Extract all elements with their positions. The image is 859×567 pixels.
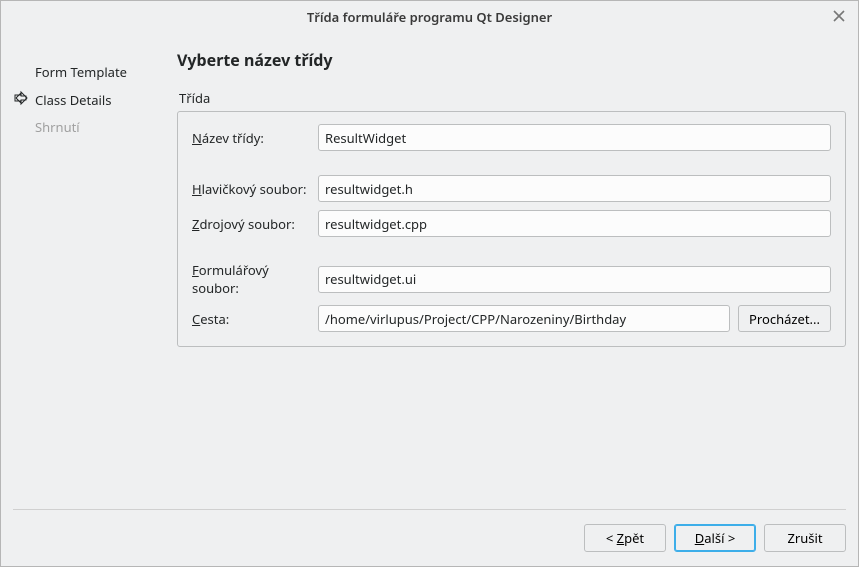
label-path: Cesta:	[192, 310, 310, 328]
step-label: Shrnutí	[35, 118, 80, 136]
row-header-file: Hlavičkový soubor:	[192, 175, 831, 202]
main-panel: Vyberte název třídy Třída Název třídy: H…	[177, 43, 846, 499]
wizard-steps: Form Template Class Details Shrnutí	[13, 43, 153, 499]
label-header-file: Hlavičkový soubor:	[192, 180, 310, 198]
cancel-button[interactable]: Zrušit	[764, 524, 846, 552]
class-groupbox: Název třídy: Hlavičkový soubor: Zdrojový…	[177, 111, 846, 347]
header-file-input[interactable]	[318, 175, 831, 202]
dialog-window: Třída formuláře programu Qt Designer For…	[0, 0, 859, 567]
step-summary: Shrnutí	[13, 114, 153, 142]
page-title: Vyberte název třídy	[177, 49, 846, 71]
form-file-input[interactable]	[318, 266, 831, 293]
row-form-file: Formulářový soubor:	[192, 261, 831, 297]
label-source-file: Zdrojový soubor:	[192, 215, 310, 233]
separator	[13, 509, 846, 510]
button-row: < Zpět Další > Zrušit	[13, 524, 846, 552]
source-file-input[interactable]	[318, 210, 831, 237]
path-input[interactable]	[318, 305, 730, 332]
footer: < Zpět Další > Zrušit	[1, 499, 858, 566]
step-label: Class Details	[35, 91, 111, 109]
row-path: Cesta: Procházet...	[192, 305, 831, 332]
close-icon[interactable]	[830, 7, 848, 25]
label-form-file: Formulářový soubor:	[192, 261, 310, 297]
row-source-file: Zdrojový soubor:	[192, 210, 831, 237]
label-class-name: Název třídy:	[192, 129, 310, 147]
class-name-input[interactable]	[318, 124, 831, 151]
titlebar: Třída formuláře programu Qt Designer	[1, 1, 858, 33]
back-button[interactable]: < Zpět	[584, 524, 666, 552]
row-class-name: Název třídy:	[192, 124, 831, 151]
step-label: Form Template	[35, 63, 127, 81]
browse-button[interactable]: Procházet...	[738, 305, 831, 332]
window-title: Třída formuláře programu Qt Designer	[307, 8, 552, 26]
step-form-template[interactable]: Form Template	[13, 59, 153, 87]
groupbox-title: Třída	[177, 89, 846, 107]
next-button[interactable]: Další >	[674, 524, 756, 552]
step-class-details[interactable]: Class Details	[13, 87, 153, 115]
current-step-icon	[13, 90, 29, 106]
content-area: Form Template Class Details Shrnutí Vybe…	[1, 33, 858, 499]
